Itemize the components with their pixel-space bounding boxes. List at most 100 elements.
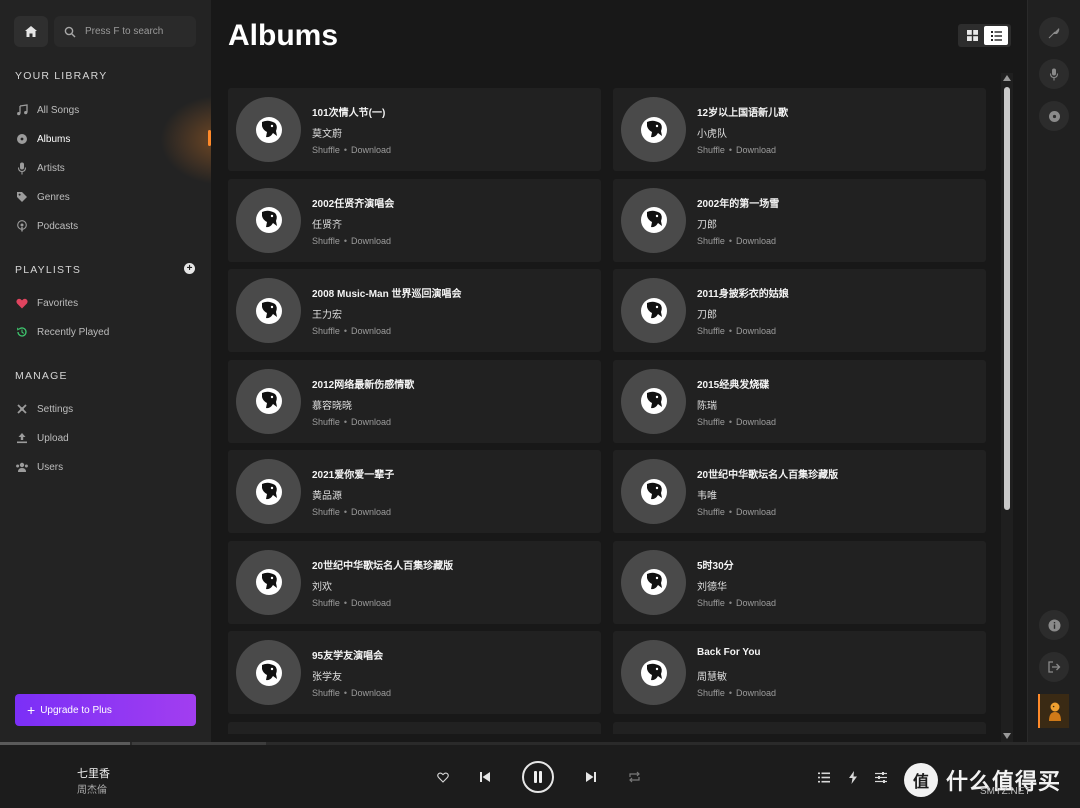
album-cover[interactable] [236,187,301,253]
download-link[interactable]: Download [736,145,776,155]
download-link[interactable]: Download [351,688,391,698]
album-artist[interactable]: 刀郎 [697,306,717,321]
scrollbar[interactable] [1001,73,1013,742]
album-artist[interactable]: 任贤齐 [312,216,342,231]
album-cover[interactable] [236,97,301,162]
list-view-button[interactable] [984,26,1008,45]
add-playlist-button[interactable]: + [184,263,195,274]
shuffle-link[interactable]: Shuffle [697,236,725,246]
download-link[interactable]: Download [736,507,776,517]
download-link[interactable]: Download [351,326,391,336]
album-cover[interactable] [236,549,301,615]
album-card[interactable]: 2002年的第一场雪 刀郎 Shuffle • Download [613,178,986,262]
album-title[interactable]: 2002任贤齐演唱会 [312,195,394,210]
download-link[interactable]: Download [736,236,776,246]
album-artist[interactable]: 周慧敏 [697,668,727,683]
album-card[interactable]: 2002任贤齐演唱会 任贤齐 Shuffle • Download [228,178,601,262]
album-cover[interactable] [621,368,686,434]
avatar[interactable] [1038,694,1069,728]
album-artist[interactable]: 小虎队 [697,125,727,140]
album-card[interactable]: 20世纪中华歌坛名人百集珍藏版 韦唯 Shuffle • Download [613,450,986,533]
album-card[interactable]: 95友学友演唱会 张学友 Shuffle • Download [228,631,601,714]
album-cover[interactable] [621,278,686,343]
album-artist[interactable]: 张学友 [312,668,342,683]
album-artist[interactable]: 黄品源 [312,487,342,502]
album-cover[interactable] [236,368,301,434]
album-cover[interactable] [236,640,301,705]
grid-view-button[interactable] [960,26,984,45]
sidebar-item-favorites[interactable]: Favorites [15,295,78,311]
repeat-button[interactable] [627,770,641,784]
shuffle-link[interactable]: Shuffle [697,145,725,155]
album-artist[interactable]: 刘欢 [312,578,332,593]
shuffle-link[interactable]: Shuffle [312,145,340,155]
search-input[interactable]: Press F to search [54,16,196,47]
album-title[interactable]: 20世纪中华歌坛名人百集珍藏版 [697,466,838,481]
album-cover[interactable] [621,459,686,524]
like-button[interactable] [436,770,450,784]
now-playing-title[interactable]: 七里香 [77,765,110,781]
sidebar-item-all-songs[interactable]: All Songs [15,102,79,118]
home-button[interactable] [14,16,48,47]
download-link[interactable]: Download [736,417,776,427]
album-title[interactable]: 101次情人节(一) [312,104,385,119]
album-card[interactable]: 2011身披彩衣的姑娘 刀郎 Shuffle • Download [613,269,986,352]
shuffle-link[interactable]: Shuffle [697,688,725,698]
album-title[interactable]: 2008 Music-Man 世界巡回演唱会 [312,285,461,300]
album-artist[interactable]: 莫文蔚 [312,125,342,140]
album-title[interactable]: 2021爱你爱一辈子 [312,466,394,481]
about-button[interactable] [1039,610,1069,640]
album-info-button[interactable] [1039,101,1069,131]
album-artist[interactable]: 刀郎 [697,216,717,231]
album-title[interactable]: 12岁以上国语新儿歌 [697,104,788,119]
shuffle-link[interactable]: Shuffle [697,417,725,427]
album-card-partial[interactable] [228,721,601,734]
sidebar-item-users[interactable]: Users [15,459,63,475]
album-title[interactable]: 20世纪中华歌坛名人百集珍藏版 [312,557,453,572]
shuffle-link[interactable]: Shuffle [312,236,340,246]
album-title[interactable]: Back For You [697,647,761,658]
album-cover[interactable] [621,187,686,253]
download-link[interactable]: Download [351,236,391,246]
download-link[interactable]: Download [351,598,391,608]
shuffle-link[interactable]: Shuffle [697,326,725,336]
sidebar-item-settings[interactable]: Settings [15,401,73,417]
album-title[interactable]: 2015经典发烧碟 [697,376,769,391]
album-title[interactable]: 5时30分 [697,557,734,572]
album-card[interactable]: 2021爱你爱一辈子 黄品源 Shuffle • Download [228,450,601,533]
album-card[interactable]: 2015经典发烧碟 陈瑞 Shuffle • Download [613,359,986,443]
album-artist[interactable]: 慕容晓晓 [312,397,352,412]
logout-button[interactable] [1039,652,1069,682]
scrollbar-thumb[interactable] [1004,87,1010,510]
sidebar-item-upload[interactable]: Upload [15,430,69,446]
download-link[interactable]: Download [736,326,776,336]
shuffle-link[interactable]: Shuffle [312,598,340,608]
sidebar-item-podcasts[interactable]: Podcasts [15,218,78,234]
shuffle-link[interactable]: Shuffle [697,598,725,608]
album-artist[interactable]: 陈瑞 [697,397,717,412]
album-card[interactable]: 20世纪中华歌坛名人百集珍藏版 刘欢 Shuffle • Download [228,540,601,624]
album-title[interactable]: 2011身披彩衣的姑娘 [697,285,789,300]
previous-button[interactable] [478,770,492,784]
download-link[interactable]: Download [736,598,776,608]
album-card[interactable]: 2008 Music-Man 世界巡回演唱会 王力宏 Shuffle • Downloa… [228,269,601,352]
album-title[interactable]: 95友学友演唱会 [312,647,383,662]
visualizer-button[interactable] [846,770,860,784]
shuffle-link[interactable]: Shuffle [312,326,340,336]
sidebar-item-albums[interactable]: Albums [15,131,70,147]
scroll-down-arrow[interactable] [1003,733,1011,739]
feather-button[interactable] [1039,17,1069,47]
shuffle-link[interactable]: Shuffle [312,417,340,427]
next-button[interactable] [584,770,598,784]
sidebar-item-artists[interactable]: Artists [15,160,65,176]
album-card[interactable]: Back For You 周慧敏 Shuffle • Download [613,631,986,714]
sidebar-item-recently-played[interactable]: Recently Played [15,324,109,340]
album-card[interactable]: 5时30分 刘德华 Shuffle • Download [613,540,986,624]
equalizer-button[interactable] [874,770,888,784]
album-cover[interactable] [236,459,301,524]
upgrade-button[interactable]: + Upgrade to Plus [15,694,196,726]
lyrics-button[interactable] [1039,59,1069,89]
shuffle-link[interactable]: Shuffle [312,688,340,698]
album-cover[interactable] [621,549,686,615]
album-card[interactable]: 2012网络最新伤感情歌 慕容晓晓 Shuffle • Download [228,359,601,443]
